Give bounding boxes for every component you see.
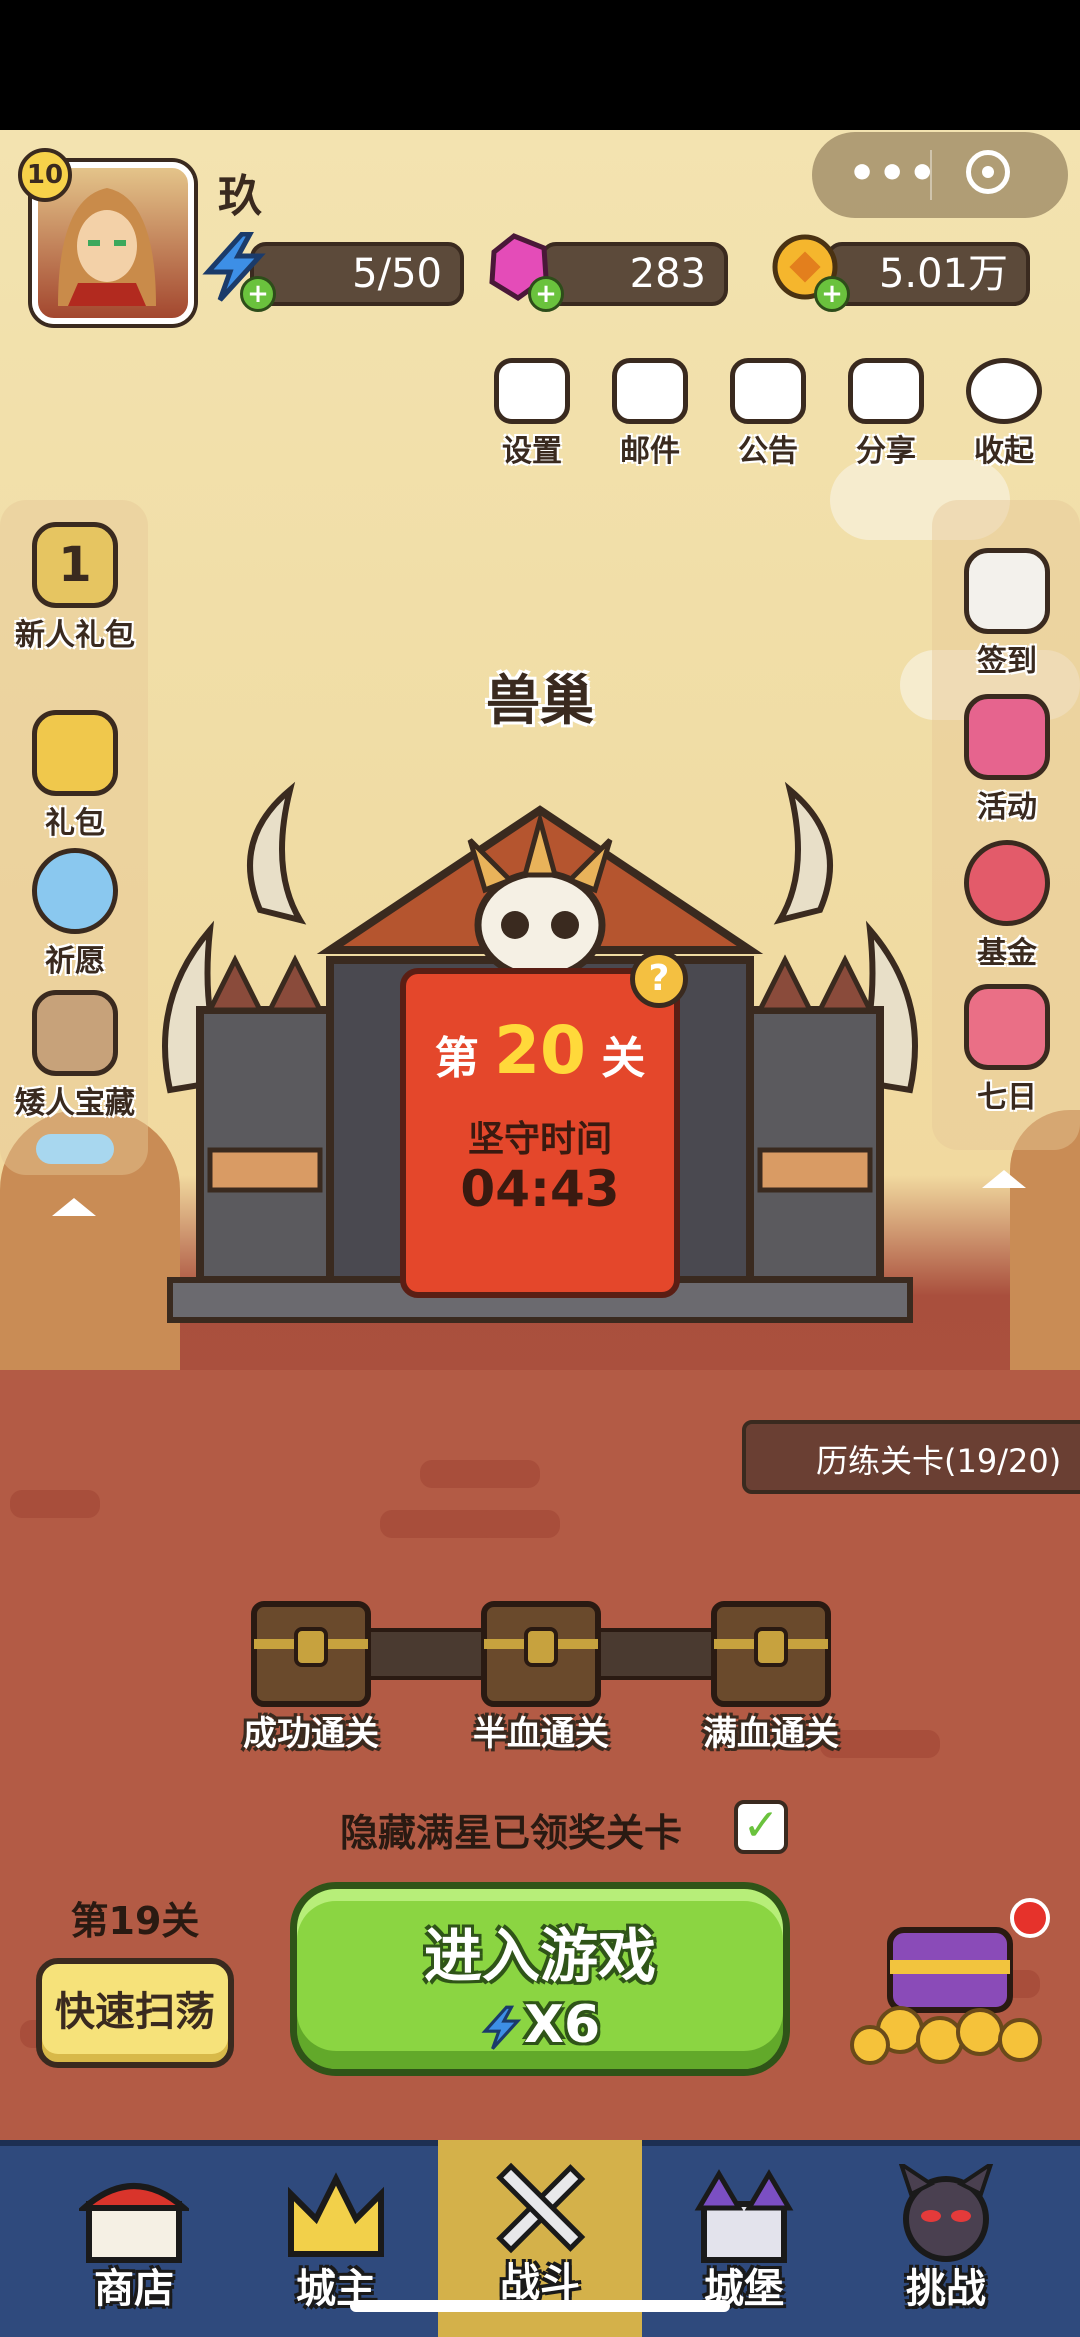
stage-suffix: 关 [601,1033,646,1084]
newbie-pack-button[interactable]: 1 新人礼包 [2,522,148,654]
dwarf-treasure-button[interactable]: 矮人宝藏 [2,990,148,1122]
hide-completed-checkbox[interactable]: ✓ [734,1800,788,1854]
newbie-pack-icon: 1 [32,522,118,608]
capsule-divider [930,150,932,200]
gold-bar: 5.01万 [826,242,1030,306]
share-icon [848,358,924,424]
stage-number: 20 [494,1012,586,1089]
chest-label-half-hp: 半血通关 [473,1714,609,1754]
enter-game-label: 进入游戏 [423,1922,656,1990]
pickaxe-icon [32,990,118,1076]
newbie-pack-label: 新人礼包 [15,618,135,653]
gift-label: 礼包 [45,806,105,841]
dwarf-treasure-label: 矮人宝藏 [15,1086,135,1121]
mail-button[interactable]: 邮件 [602,358,698,469]
gear-icon [494,358,570,424]
checkin-label: 签到 [977,644,1037,679]
settings-label: 设置 [502,434,562,469]
enter-cost-value: X6 [523,1995,601,2055]
chest-label-success: 成功通关 [243,1714,379,1754]
fund-button[interactable]: 基金 [934,840,1080,972]
activity-icon [964,694,1050,780]
cloud-icon [36,1134,114,1164]
hold-time-label: 坚守时间 [467,1119,612,1160]
stage-prefix: 第 [434,1033,479,1084]
hold-time-value: 04:43 [460,1160,620,1218]
share-label: 分享 [856,434,916,469]
mail-label: 邮件 [620,434,680,469]
fund-icon [964,840,1050,926]
left-panel-expand-arrow-icon[interactable] [52,1198,96,1216]
calendar-icon [964,548,1050,634]
mail-icon [612,358,688,424]
quick-sweep-button[interactable]: 快速扫荡 [36,1958,234,2068]
nav-shop-label: 商店 [94,2266,174,2312]
gem-bar: 283 [540,242,728,306]
player-name: 玖 [218,171,262,222]
enter-game-button[interactable]: 进入游戏 X6 [290,1882,790,2076]
more-icon[interactable]: ••• [848,148,938,199]
collapse-label: 收起 [974,434,1034,469]
megaphone-icon [730,358,806,424]
status-bar [0,0,1080,130]
crown-icon [288,2172,384,2257]
help-icon[interactable]: ? [630,950,688,1008]
chest-label-full-hp: 满血通关 [703,1714,839,1754]
wish-button[interactable]: 祈愿 [2,848,148,980]
seven-day-icon [964,984,1050,1070]
fund-label: 基金 [977,936,1037,971]
seven-day-label: 七日 [977,1080,1037,1115]
gift-icon [32,710,118,796]
chest-icon[interactable] [706,1584,836,1714]
lightning-icon [481,2005,522,2050]
ground-brick [420,1460,540,1488]
collapse-button[interactable]: 收起 [956,358,1052,469]
ground-brick [480,1510,560,1538]
chest-icon[interactable] [246,1584,376,1714]
chest-icon[interactable] [476,1584,606,1714]
ground-brick [10,1490,100,1518]
gift-button[interactable]: 礼包 [2,710,148,842]
close-miniprogram-icon[interactable] [966,150,1010,194]
home-indicator[interactable] [350,2300,730,2312]
add-gold-button[interactable]: + [814,276,850,312]
settings-button[interactable]: 设置 [484,358,580,469]
castle-icon [694,2169,794,2263]
enter-game-cost: X6 [297,1995,783,2055]
announcement-label: 公告 [738,434,798,469]
right-panel-expand-arrow-icon[interactable] [982,1170,1026,1188]
crossed-swords-icon [496,2162,586,2254]
nav-challenge-label: 挑战 [906,2266,986,2312]
nav-challenge[interactable]: 挑战 [846,2146,1046,2336]
activity-label: 活动 [977,790,1037,825]
stage-number-line: 第 20 关 [400,1012,680,1089]
player-level-badge: 10 [18,148,72,202]
nav-shop[interactable]: 商店 [34,2146,234,2336]
announcement-button[interactable]: 公告 [720,358,816,469]
checkin-button[interactable]: 签到 [934,548,1080,680]
right-rock [1010,1110,1080,1380]
hide-completed-label: 隐藏满星已领奖关卡 [340,1811,683,1855]
add-energy-button[interactable]: + [240,276,276,312]
demon-icon [897,2159,995,2262]
add-gems-button[interactable]: + [528,276,564,312]
sweep-stage-label: 第19关 [70,1899,200,1943]
seven-day-button[interactable]: 七日 [934,984,1080,1116]
collapse-icon [966,358,1042,424]
notification-dot [1010,1898,1050,1938]
shop-icon [76,2183,192,2263]
trial-stages-button[interactable]: 历练关卡(19/20) [742,1420,1080,1494]
wish-label: 祈愿 [45,944,105,979]
stage-name: 兽巢 [486,669,594,732]
energy-bar: 5/50 [250,242,464,306]
activity-button[interactable]: 活动 [934,694,1080,826]
wish-icon [32,848,118,934]
share-button[interactable]: 分享 [838,358,934,469]
